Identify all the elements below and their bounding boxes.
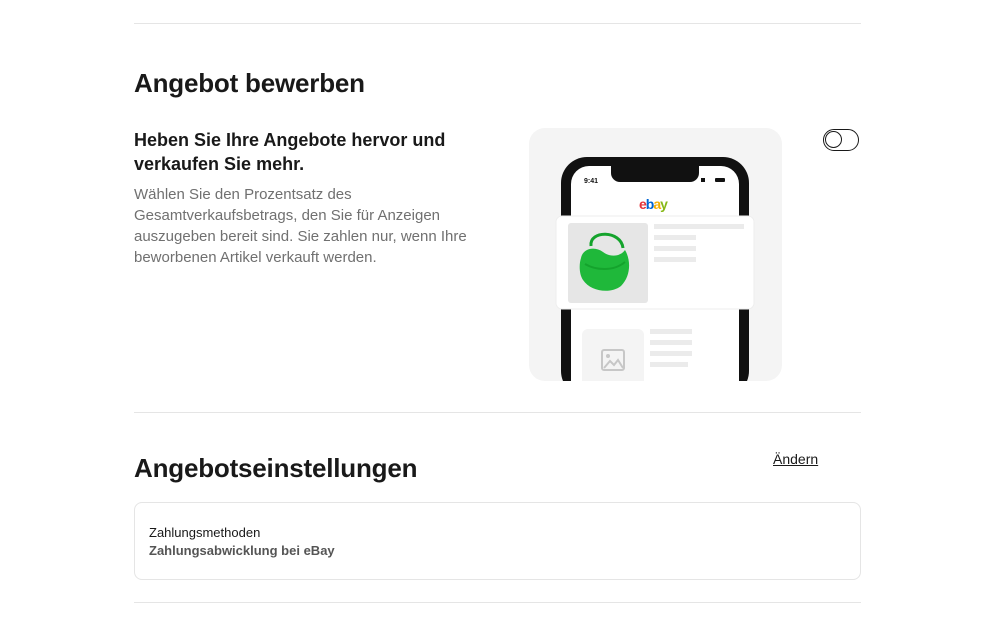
toggle-knob xyxy=(825,131,842,148)
change-link[interactable]: Ändern xyxy=(773,451,818,467)
payment-methods-value: Zahlungsabwicklung bei eBay xyxy=(149,543,335,558)
promote-headline: Heben Sie Ihre Angebote hervor und verka… xyxy=(134,130,446,174)
payment-settings-card: Zahlungsmethoden Zahlungsabwicklung bei … xyxy=(134,502,861,580)
top-divider xyxy=(134,23,861,24)
promote-illustration: 9:41 ebay xyxy=(529,128,782,381)
listing-settings-title: Angebotseinstellungen xyxy=(134,453,418,483)
section-divider xyxy=(134,412,861,413)
promote-section-title: Angebot bewerben xyxy=(134,68,365,98)
svg-text:ebay: ebay xyxy=(639,196,668,212)
promote-description: Wählen Sie den Prozentsatz des Gesamtver… xyxy=(134,186,467,266)
promote-toggle[interactable] xyxy=(823,129,859,151)
phone-time: 9:41 xyxy=(584,178,598,185)
ebay-logo: ebay xyxy=(639,196,669,212)
payment-methods-label: Zahlungsmethoden xyxy=(149,525,261,540)
bottom-divider xyxy=(134,602,861,603)
